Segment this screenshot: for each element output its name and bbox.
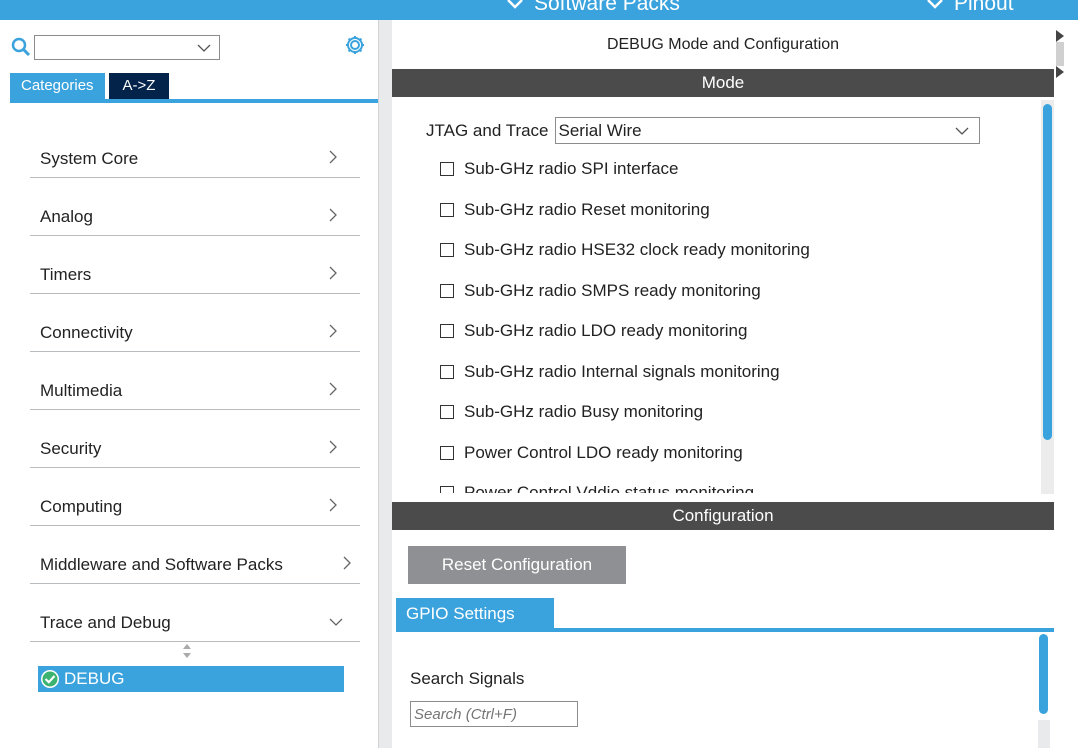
category-security[interactable]: Security	[30, 410, 360, 468]
chevron-right-icon	[329, 498, 337, 512]
category-trace-and-debug[interactable]: Trace and Debug	[30, 584, 360, 642]
checkbox-pwr-ldo[interactable]: Power Control LDO ready monitoring	[440, 443, 743, 463]
software-packs-label: Software Packs	[534, 0, 680, 15]
category-analog[interactable]: Analog	[30, 178, 360, 236]
chevron-right-icon	[329, 208, 337, 222]
top-toolbar: Software Packs Pinout	[0, 0, 1078, 20]
tab-underline	[396, 628, 1054, 632]
category-list: System Core Analog Timers Connectivity M…	[30, 120, 360, 642]
checkbox-subghz-spi[interactable]: Sub-GHz radio SPI interface	[440, 159, 678, 179]
search-combobox[interactable]	[34, 34, 220, 60]
category-tabs: Categories A->Z	[10, 73, 170, 99]
checkbox-label: Sub-GHz radio HSE32 clock ready monitori…	[464, 240, 810, 259]
mode-configuration-panel: DEBUG Mode and Configuration Mode JTAG a…	[392, 20, 1078, 748]
search-row	[10, 34, 220, 60]
checkbox-label: Sub-GHz radio LDO ready monitoring	[464, 321, 748, 340]
gear-icon[interactable]	[344, 34, 366, 56]
checkbox-subghz-reset[interactable]: Sub-GHz radio Reset monitoring	[440, 200, 710, 220]
chevron-right-icon	[329, 150, 337, 164]
pinout-menu[interactable]: Pinout	[926, 0, 1014, 16]
category-label: Connectivity	[40, 323, 133, 342]
checkbox-box[interactable]	[440, 324, 454, 338]
category-multimedia[interactable]: Multimedia	[30, 352, 360, 410]
checkbox-label: Power Control LDO ready monitoring	[464, 443, 743, 462]
checkbox-subghz-ldo[interactable]: Sub-GHz radio LDO ready monitoring	[440, 321, 747, 341]
checkbox-subghz-internal[interactable]: Sub-GHz radio Internal signals monitorin…	[440, 362, 780, 382]
pinout-label: Pinout	[954, 0, 1014, 15]
category-middleware[interactable]: Middleware and Software Packs	[30, 526, 360, 584]
checkbox-label: Sub-GHz radio SMPS ready monitoring	[464, 281, 761, 300]
checkbox-pwr-vddio[interactable]: Power Control Vddio status monitoring	[440, 483, 754, 493]
mode-header: Mode	[392, 69, 1054, 97]
sort-icon[interactable]	[182, 643, 192, 659]
peripheral-item-debug[interactable]: DEBUG	[38, 666, 344, 692]
checkbox-box[interactable]	[440, 405, 454, 419]
tab-a-to-z[interactable]: A->Z	[108, 73, 170, 99]
checkbox-label: Sub-GHz radio Reset monitoring	[464, 200, 710, 219]
peripheral-item-label: DEBUG	[64, 669, 125, 688]
search-signals-label: Search Signals	[410, 669, 525, 688]
search-signals-input[interactable]	[410, 701, 578, 727]
panel-title: DEBUG Mode and Configuration	[606, 36, 840, 53]
category-label: Trace and Debug	[40, 613, 171, 632]
tab-gpio-settings[interactable]: GPIO Settings	[396, 598, 554, 630]
jtag-trace-value: Serial Wire	[558, 121, 642, 140]
config-scrollbar-lower	[1038, 720, 1050, 748]
checkbox-box[interactable]	[440, 284, 454, 298]
config-scrollbar-thumb[interactable]	[1039, 634, 1048, 714]
tab-categories[interactable]: Categories	[10, 73, 105, 99]
category-label: Middleware and Software Packs	[40, 555, 283, 574]
checkbox-box[interactable]	[440, 446, 454, 460]
jtag-trace-select[interactable]: Serial Wire	[554, 117, 980, 144]
search-icon[interactable]	[10, 36, 32, 58]
checkbox-box[interactable]	[440, 162, 454, 176]
jtag-row: JTAG and Trace Serial Wire	[426, 117, 980, 144]
checkbox-label: Sub-GHz radio Internal signals monitorin…	[464, 362, 780, 381]
category-connectivity[interactable]: Connectivity	[30, 294, 360, 352]
category-timers[interactable]: Timers	[30, 236, 360, 294]
category-label: Timers	[40, 265, 92, 284]
checkbox-box[interactable]	[440, 203, 454, 217]
checkbox-label: Sub-GHz radio SPI interface	[464, 159, 679, 178]
software-packs-menu[interactable]: Software Packs	[506, 0, 680, 16]
mode-area: JTAG and Trace Serial Wire Sub-GHz radio…	[392, 97, 1054, 493]
collapse-arrows-icon[interactable]	[1056, 30, 1064, 80]
checkbox-label: Sub-GHz radio Busy monitoring	[464, 402, 704, 421]
chevron-right-icon	[329, 440, 337, 454]
chevron-right-icon	[329, 324, 337, 338]
panel-splitter[interactable]	[378, 20, 392, 748]
category-label: Multimedia	[40, 381, 123, 400]
checkbox-subghz-smps[interactable]: Sub-GHz radio SMPS ready monitoring	[440, 281, 761, 301]
jtag-label: JTAG and Trace	[426, 120, 549, 140]
checkbox-box[interactable]	[440, 486, 454, 493]
category-label: Security	[40, 439, 102, 458]
chevron-down-icon	[927, 0, 943, 9]
chevron-right-icon	[329, 266, 337, 280]
category-label: Computing	[40, 497, 123, 516]
reset-configuration-button[interactable]: Reset Configuration	[408, 546, 626, 584]
checkbox-label: Power Control Vddio status monitoring	[464, 483, 755, 493]
configuration-header: Configuration	[392, 502, 1054, 530]
category-label: System Core	[40, 149, 139, 168]
chevron-down-icon	[197, 44, 211, 52]
chevron-down-icon	[507, 0, 523, 9]
tab-underline	[10, 99, 378, 103]
check-circle-icon	[41, 670, 59, 688]
category-label: Analog	[40, 207, 93, 226]
checkbox-box[interactable]	[440, 243, 454, 257]
checkbox-subghz-hse32[interactable]: Sub-GHz radio HSE32 clock ready monitori…	[440, 240, 810, 260]
categories-panel: Categories A->Z System Core Analog Timer…	[0, 20, 378, 748]
chevron-down-icon	[955, 127, 968, 135]
chevron-right-icon	[343, 556, 351, 570]
category-computing[interactable]: Computing	[30, 468, 360, 526]
checkbox-subghz-busy[interactable]: Sub-GHz radio Busy monitoring	[440, 402, 703, 422]
category-system-core[interactable]: System Core	[30, 120, 360, 178]
chevron-right-icon	[329, 382, 337, 396]
checkbox-box[interactable]	[440, 365, 454, 379]
mode-scrollbar-thumb[interactable]	[1043, 104, 1052, 440]
chevron-down-icon	[329, 618, 343, 626]
